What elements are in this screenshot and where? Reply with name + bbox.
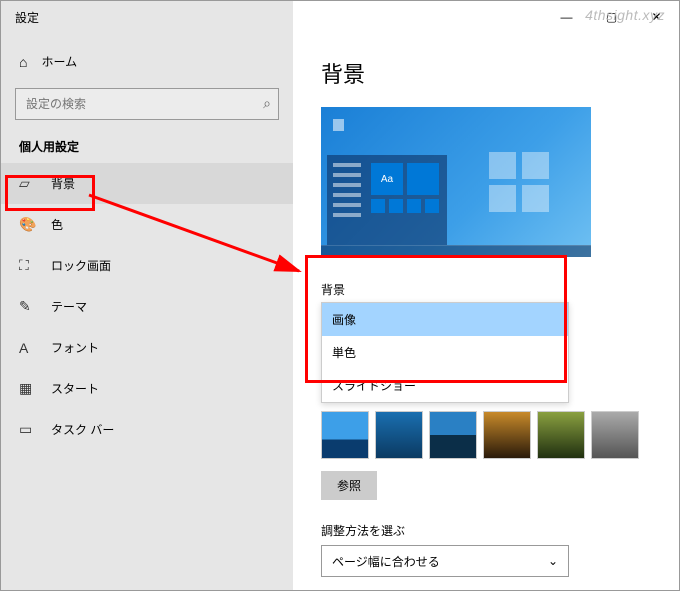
search-input[interactable] — [15, 88, 279, 120]
sidebar-item-lockscreen[interactable]: ⛶ ロック画面 — [1, 245, 293, 286]
thumbnail[interactable] — [591, 411, 639, 459]
thumbnail[interactable] — [321, 411, 369, 459]
chevron-down-icon: ⌄ — [548, 554, 558, 568]
background-preview: Aa — [321, 107, 591, 257]
browse-button[interactable]: 参照 — [321, 471, 377, 500]
sidebar-item-label: ロック画面 — [51, 257, 111, 274]
section-label: 個人用設定 — [1, 134, 293, 163]
sidebar-item-taskbar[interactable]: ▭ タスク バー — [1, 409, 293, 450]
lock-icon: ⛶ — [19, 257, 35, 274]
home-label: ホーム — [41, 53, 77, 70]
sidebar-item-fonts[interactable]: A フォント — [1, 327, 293, 368]
taskbar-icon: ▭ — [19, 421, 35, 438]
sidebar-item-colors[interactable]: 🎨 色 — [1, 204, 293, 245]
sidebar-item-label: テーマ — [51, 298, 87, 315]
search-icon: ⌕ — [263, 95, 271, 112]
page-title: 背景 — [321, 57, 651, 89]
thumbnail[interactable] — [375, 411, 423, 459]
dropdown-option-image[interactable]: 画像 — [322, 303, 568, 336]
palette-icon: 🎨 — [19, 216, 35, 233]
background-dropdown[interactable]: 画像 単色 スライドショー — [321, 302, 569, 403]
font-icon: A — [19, 340, 35, 356]
thumbnail[interactable] — [483, 411, 531, 459]
sidebar-item-label: タスク バー — [51, 421, 114, 438]
sidebar-item-label: スタート — [51, 380, 99, 397]
home-icon: ⌂ — [19, 54, 27, 70]
main-content: 背景 Aa 背景 画像 単色 スライドショー — [293, 1, 679, 590]
sidebar-item-themes[interactable]: ✎ テーマ — [1, 286, 293, 327]
background-dropdown-label: 背景 — [321, 281, 651, 298]
home-link[interactable]: ⌂ ホーム — [1, 45, 293, 78]
fit-dropdown[interactable]: ページ幅に合わせる ⌄ — [321, 545, 569, 577]
watermark-text: 4thsight.xyz — [585, 7, 665, 23]
minimize-button[interactable]: ― — [544, 1, 589, 33]
thumbnail[interactable] — [429, 411, 477, 459]
thumbnail[interactable] — [537, 411, 585, 459]
preview-tile-aa: Aa — [371, 163, 403, 195]
dropdown-option-solid[interactable]: 単色 — [322, 336, 568, 369]
dropdown-option-slideshow[interactable]: スライドショー — [322, 369, 568, 402]
sidebar-item-start[interactable]: ▦ スタート — [1, 368, 293, 409]
image-icon: ▱ — [19, 175, 35, 192]
start-icon: ▦ — [19, 380, 35, 397]
fit-label: 調整方法を選ぶ — [321, 522, 651, 539]
background-thumbnails — [321, 411, 651, 459]
themes-icon: ✎ — [19, 298, 35, 315]
sidebar: ⌂ ホーム ⌕ 個人用設定 ▱ 背景 🎨 色 ⛶ ロック画面 ✎ テーマ A フ… — [1, 1, 293, 590]
sidebar-item-label: 色 — [51, 216, 63, 233]
fit-dropdown-value: ページ幅に合わせる — [332, 553, 440, 570]
sidebar-item-label: 背景 — [51, 175, 75, 192]
window-title: 設定 — [15, 9, 39, 26]
sidebar-item-background[interactable]: ▱ 背景 — [1, 163, 293, 204]
sidebar-item-label: フォント — [51, 339, 99, 356]
